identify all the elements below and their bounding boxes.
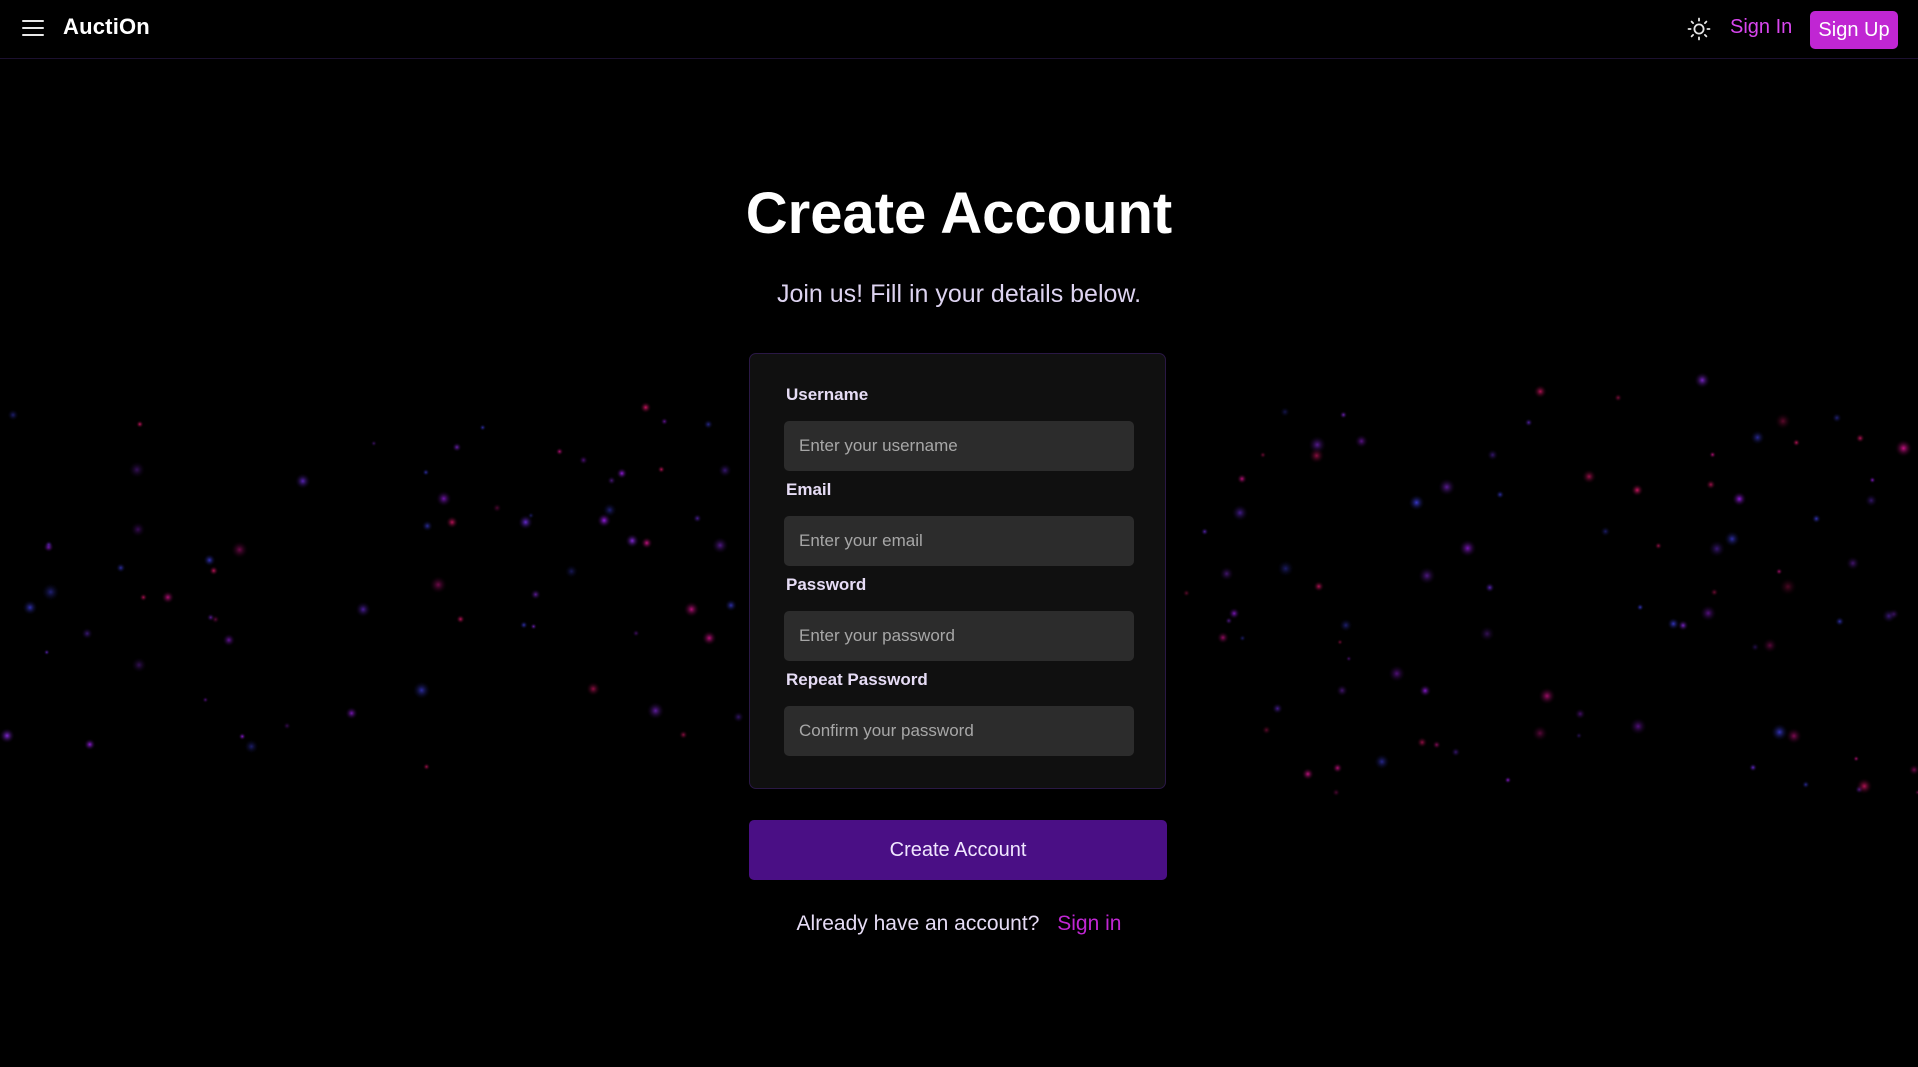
brand-logo[interactable]: AuctiOn	[63, 14, 150, 40]
top-navbar: AuctiOn Sign In Sign Up	[0, 0, 1918, 59]
password-input[interactable]	[784, 611, 1134, 661]
email-input[interactable]	[784, 516, 1134, 566]
page-title: Create Account	[745, 181, 1173, 246]
username-input[interactable]	[784, 421, 1134, 471]
signin-prompt-text: Already have an account?	[796, 912, 1040, 935]
sun-icon[interactable]	[1686, 16, 1712, 42]
hamburger-menu-icon[interactable]	[20, 17, 46, 39]
nav-sign-up-button[interactable]: Sign Up	[1810, 11, 1898, 49]
email-label: Email	[786, 480, 832, 499]
password-label: Password	[786, 575, 867, 594]
signin-prompt: Already have an account? Sign in	[0, 912, 1918, 936]
repeat-password-label: Repeat Password	[786, 670, 928, 689]
create-account-button[interactable]: Create Account	[749, 820, 1167, 880]
page-subtitle: Join us! Fill in your details below.	[776, 280, 1142, 308]
username-label: Username	[786, 385, 869, 404]
signup-form-card: Username Email Password Repeat Password	[749, 353, 1166, 789]
repeat-password-input[interactable]	[784, 706, 1134, 756]
sign-in-link[interactable]: Sign in	[1057, 912, 1121, 935]
nav-sign-in-link[interactable]: Sign In	[1730, 16, 1792, 39]
